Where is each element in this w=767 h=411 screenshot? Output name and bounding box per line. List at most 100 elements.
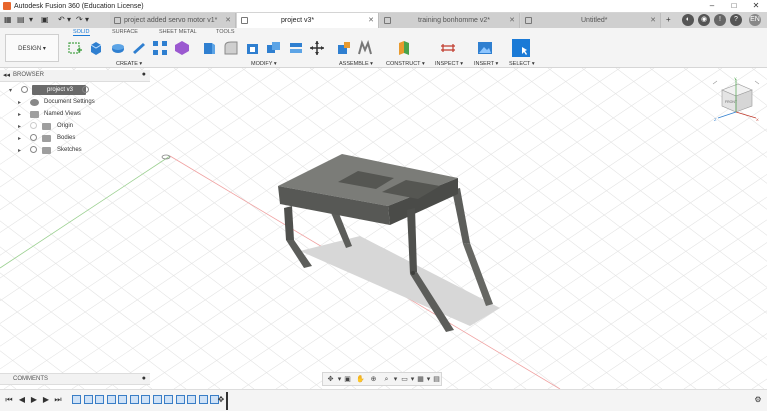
play-icon[interactable]: ▶ (29, 395, 39, 405)
notifications-icon[interactable]: ! (714, 14, 726, 26)
tab-solid[interactable]: SOLID (73, 29, 90, 36)
close-tab-icon[interactable]: ✕ (225, 13, 231, 28)
grid-menu-icon[interactable]: ▦ (4, 14, 12, 26)
minimize-button[interactable]: – (701, 0, 723, 12)
step-forward-icon[interactable]: ▶ (41, 395, 51, 405)
insert-image-icon[interactable] (477, 40, 493, 56)
tab-untitled[interactable]: Untitled* ✕ (521, 13, 661, 28)
browser-item-sketches[interactable]: ▸ Sketches (18, 145, 148, 157)
modify-menu[interactable]: MODIFY ▾ (251, 61, 277, 67)
select-cursor-icon[interactable] (512, 39, 530, 57)
visibility-eye-icon[interactable] (30, 146, 37, 153)
comments-panel-header[interactable]: COMMENTS ● (0, 373, 150, 385)
create-sketch-icon[interactable] (67, 40, 83, 56)
visibility-eye-icon[interactable] (21, 86, 28, 93)
timeline-feature-icon[interactable] (95, 395, 104, 404)
timeline-feature-icon[interactable] (72, 395, 81, 404)
assemble-menu[interactable]: ASSEMBLE ▾ (339, 61, 373, 67)
go-to-start-icon[interactable]: ⏮ (4, 395, 14, 405)
fillet-icon[interactable] (223, 40, 239, 56)
file-dropdown-icon[interactable]: ▾ (29, 14, 33, 26)
new-component-icon[interactable] (336, 40, 352, 56)
split-body-icon[interactable] (288, 40, 304, 56)
redo-icon[interactable]: ↷ (76, 14, 83, 26)
save-icon[interactable]: ▣ (41, 14, 49, 26)
timeline-feature-icon[interactable] (164, 395, 173, 404)
close-tab-icon[interactable]: ✕ (509, 13, 515, 28)
offset-plane-icon[interactable] (396, 40, 412, 56)
tab-project-added-servo[interactable]: project added servo motor v1* ✕ (110, 13, 236, 28)
expand-arrow-icon[interactable]: ▸ (18, 147, 21, 154)
combine-icon[interactable] (266, 40, 282, 56)
timeline-feature-icon[interactable] (118, 395, 127, 404)
expand-arrow-icon[interactable]: ▸ (18, 99, 21, 106)
close-window-button[interactable]: ✕ (745, 0, 767, 12)
browser-item-named-views[interactable]: ▸ Named Views (18, 109, 148, 121)
help-icon[interactable]: ? (730, 14, 742, 26)
browser-item-bodies[interactable]: ▸ Bodies (18, 133, 148, 145)
go-to-end-icon[interactable]: ⏭ (53, 395, 63, 405)
expand-arrow-icon[interactable]: ▾ (9, 87, 12, 94)
pan-icon[interactable]: ✋ (356, 375, 365, 384)
create-form-icon[interactable] (174, 40, 190, 56)
orbit-icon[interactable]: ✥ (326, 375, 335, 384)
construct-menu[interactable]: CONSTRUCT ▾ (386, 61, 425, 67)
timeline-feature-icon[interactable] (152, 395, 162, 404)
workspace-switcher-button[interactable]: DESIGN ▾ (5, 34, 59, 62)
user-avatar[interactable]: EN (749, 14, 761, 26)
browser-item-origin[interactable]: ▸ Origin (18, 121, 148, 133)
collapse-browser-icon[interactable]: ◂◂ (3, 71, 10, 79)
inspect-menu[interactable]: INSPECT ▾ (435, 61, 463, 67)
timeline-feature-icon[interactable] (187, 395, 196, 404)
expand-arrow-icon[interactable]: ▸ (18, 135, 21, 142)
timeline-playhead[interactable] (226, 392, 228, 410)
close-tab-icon[interactable]: ✕ (650, 13, 656, 28)
timeline-feature-icon[interactable] (83, 395, 93, 404)
press-pull-icon[interactable] (201, 40, 217, 56)
insert-menu[interactable]: INSERT ▾ (474, 61, 498, 67)
create-menu[interactable]: CREATE ▾ (116, 61, 142, 67)
tab-project-v3[interactable]: project v3* ✕ (237, 13, 379, 28)
comments-pin-icon[interactable]: ● (142, 375, 146, 382)
expand-arrow-icon[interactable]: ▸ (18, 123, 21, 130)
view-cube[interactable]: FRONT Y X Z (712, 76, 760, 122)
viewports-icon[interactable]: ▤ (432, 375, 441, 384)
hidden-eye-icon[interactable] (30, 122, 37, 129)
expand-arrow-icon[interactable]: ▸ (18, 111, 21, 118)
select-menu[interactable]: SELECT ▾ (509, 61, 535, 67)
pattern-icon[interactable] (152, 40, 168, 56)
timeline-feature-icon[interactable] (141, 395, 150, 404)
shell-icon[interactable] (245, 40, 261, 56)
browser-root[interactable]: ▾ project v3 (9, 85, 149, 97)
tab-sheet-metal[interactable]: SHEET METAL (159, 29, 197, 35)
tab-surface[interactable]: SURFACE (112, 29, 138, 35)
zoom-icon[interactable]: ⊕ (369, 375, 378, 384)
undo-icon[interactable]: ↶ (58, 14, 65, 26)
joint-icon[interactable] (357, 40, 373, 56)
browser-pin-icon[interactable]: ● (142, 71, 146, 78)
tab-tools[interactable]: TOOLS (216, 29, 235, 35)
timeline-feature-icon[interactable] (129, 395, 139, 404)
browser-header[interactable]: ◂◂ BROWSER ● (0, 70, 150, 82)
extrude-icon[interactable] (88, 40, 104, 56)
revolve-icon[interactable] (110, 40, 126, 56)
look-at-icon[interactable]: ▣ (343, 375, 352, 384)
maximize-button[interactable]: □ (723, 0, 745, 12)
step-back-icon[interactable]: ◀ (17, 395, 27, 405)
new-tab-button[interactable]: + (666, 14, 671, 26)
measure-icon[interactable] (440, 40, 456, 56)
visibility-eye-icon[interactable] (30, 134, 37, 141)
tab-training-bonhomme[interactable]: training bonhomme v2* ✕ (380, 13, 520, 28)
sweep-icon[interactable] (131, 40, 147, 56)
timeline-feature-icon[interactable] (106, 395, 116, 404)
browser-item-document-settings[interactable]: ▸ Document Settings (18, 97, 148, 109)
extensions-icon[interactable]: ◐ (682, 14, 694, 26)
timeline-settings-icon[interactable]: ⚙ (753, 395, 763, 405)
file-menu-icon[interactable]: ▤ (17, 14, 25, 26)
job-status-icon[interactable]: ◉ (698, 14, 710, 26)
close-tab-icon[interactable]: ✕ (368, 13, 374, 28)
fit-icon[interactable]: ⌕ (382, 375, 391, 384)
timeline-feature-icon[interactable] (175, 395, 185, 404)
timeline-feature-icon[interactable] (198, 395, 208, 404)
move-copy-icon[interactable] (309, 40, 325, 56)
